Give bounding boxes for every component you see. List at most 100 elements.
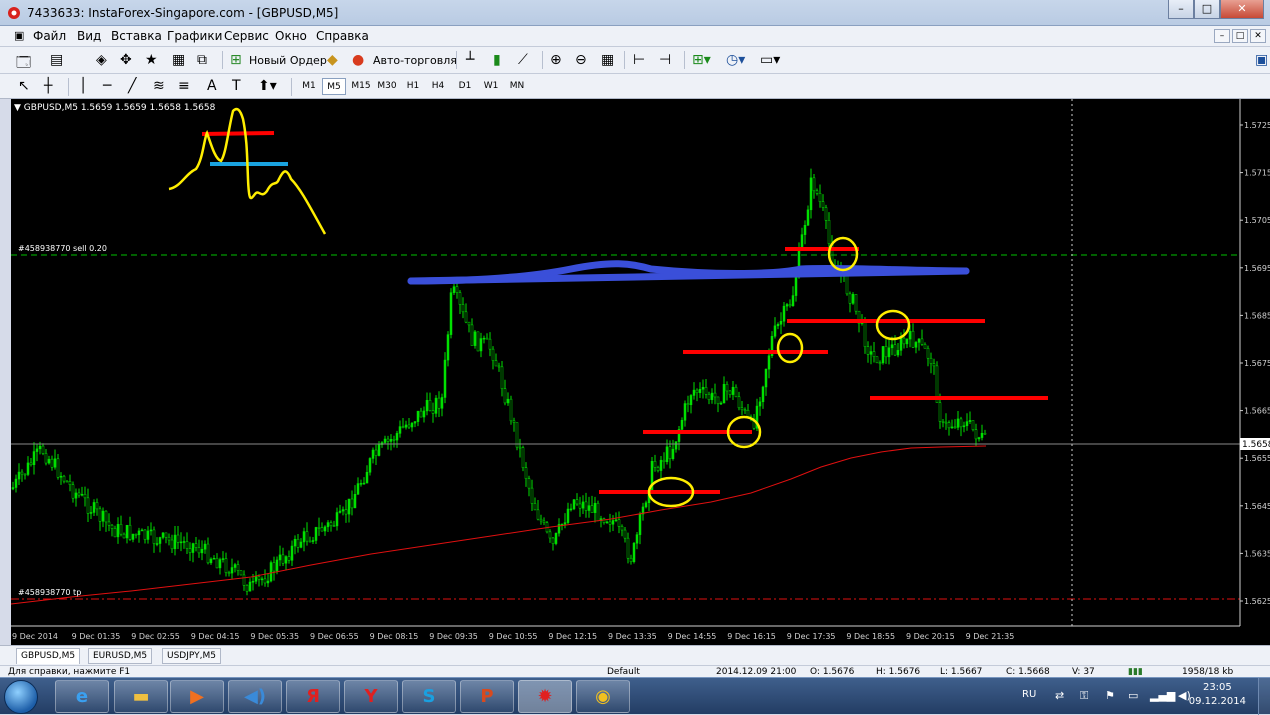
trendline-icon[interactable]: ╱ bbox=[128, 78, 136, 94]
maximize-button[interactable]: □ bbox=[1194, 0, 1220, 19]
menu-help[interactable]: Справка bbox=[316, 29, 369, 43]
menu-view[interactable]: Вид bbox=[77, 29, 101, 43]
skype-taskbar-icon[interactable]: S bbox=[402, 680, 456, 713]
close-button[interactable]: ✕ bbox=[1220, 0, 1264, 19]
zoom-out-icon[interactable]: ⊖ bbox=[575, 52, 587, 68]
tab-eurusd[interactable]: EURUSD,M5 bbox=[88, 648, 153, 664]
candle-body bbox=[851, 294, 855, 304]
fibonacci-icon[interactable]: ≡ bbox=[178, 78, 190, 94]
mdi-minimize-button[interactable]: – bbox=[1214, 29, 1230, 43]
vertical-line-icon[interactable]: │ bbox=[79, 78, 87, 94]
candle-body bbox=[20, 471, 24, 475]
candle-body bbox=[449, 292, 453, 335]
price-chart[interactable]: 1.5725 1.5715 1.5705 1.5695 1.5685 1.5675 1.56… bbox=[11, 99, 1270, 645]
timeframe-d1[interactable]: D1 bbox=[454, 78, 476, 95]
media-player-taskbar-icon[interactable]: ▶ bbox=[170, 680, 224, 713]
tray-icon-flag[interactable]: ⚑ bbox=[1105, 689, 1115, 702]
auto-trading-button[interactable]: Авто-торговля bbox=[373, 54, 457, 67]
ie-taskbar-icon[interactable]: e bbox=[55, 680, 109, 713]
indicators-icon[interactable]: ⊞▾ bbox=[692, 52, 711, 68]
cursor-icon[interactable]: ↖ bbox=[18, 78, 30, 94]
tray-icon-signal[interactable]: ▂▄▆ bbox=[1150, 689, 1175, 702]
tray-icon-keys[interactable]: ⚿ bbox=[1080, 689, 1088, 703]
yandex-taskbar-icon[interactable]: Я bbox=[286, 680, 340, 713]
candle-body bbox=[527, 478, 531, 489]
powerpoint-taskbar-icon[interactable]: P bbox=[460, 680, 514, 713]
auto-scroll-icon[interactable]: ⊣ bbox=[659, 52, 671, 68]
timeframe-m30[interactable]: M30 bbox=[375, 78, 399, 95]
mdi-close-button[interactable]: ✕ bbox=[1250, 29, 1266, 43]
equidistant-channel-icon[interactable]: ≋ bbox=[153, 78, 165, 94]
arrows-icon[interactable]: ⬆▾ bbox=[258, 78, 277, 94]
language-indicator[interactable]: RU bbox=[1022, 689, 1036, 700]
yandex-browser-taskbar-icon[interactable]: Y bbox=[344, 680, 398, 713]
timeframe-m5[interactable]: M5 bbox=[322, 78, 346, 95]
explorer-taskbar-icon[interactable]: ▬ bbox=[114, 680, 168, 713]
candle-body bbox=[23, 473, 27, 476]
new-order-button[interactable]: Новый Ордер bbox=[249, 54, 327, 67]
candlestick-icon[interactable]: ▮ bbox=[493, 52, 501, 68]
start-button[interactable] bbox=[4, 680, 38, 714]
navigator-icon[interactable]: ✥ bbox=[120, 52, 132, 68]
candle-body bbox=[227, 572, 231, 574]
audio-taskbar-icon[interactable]: ◀) bbox=[228, 680, 282, 713]
expert-icon[interactable]: ◆ bbox=[327, 52, 338, 68]
menu-charts[interactable]: Графики bbox=[167, 29, 222, 43]
candle-body bbox=[119, 524, 123, 535]
menu-window[interactable]: Окно bbox=[275, 29, 307, 43]
tile-windows-icon[interactable]: ▦ bbox=[601, 52, 614, 68]
minimize-button[interactable]: – bbox=[1168, 0, 1194, 19]
horizontal-line-icon[interactable]: ─ bbox=[103, 78, 111, 94]
new-order-icon[interactable]: ⊞ bbox=[230, 52, 242, 68]
timeframe-h1[interactable]: H1 bbox=[402, 78, 424, 95]
status-low: L: 1.5667 bbox=[940, 667, 983, 677]
price-tick-label: 1.5655 bbox=[1244, 454, 1270, 463]
chart-window[interactable]: 1.5725 1.5715 1.5705 1.5695 1.5685 1.5675 1.56… bbox=[11, 99, 1270, 645]
chrome-taskbar-icon[interactable]: ◉ bbox=[576, 680, 630, 713]
profiles-icon[interactable]: ▤ bbox=[50, 52, 63, 68]
menu-insert[interactable]: Вставка bbox=[111, 29, 162, 43]
data-window-icon[interactable]: ★ bbox=[145, 52, 158, 68]
take-profit-label[interactable]: #458938770 tp bbox=[18, 588, 81, 597]
candle-body bbox=[293, 538, 297, 547]
timeframe-w1[interactable]: W1 bbox=[480, 78, 502, 95]
mdi-restore-button[interactable]: □ bbox=[1232, 29, 1248, 43]
candle-body bbox=[122, 533, 126, 539]
candle-body bbox=[167, 536, 171, 541]
text-label-icon[interactable]: T bbox=[232, 78, 241, 94]
menu-tools[interactable]: Сервис bbox=[224, 29, 269, 43]
tab-gbpusd[interactable]: GBPUSD,M5 bbox=[16, 648, 81, 664]
line-chart-icon[interactable]: ⟋ bbox=[518, 52, 528, 68]
time-tick-label: 9 Dec 05:35 bbox=[250, 632, 299, 641]
tray-icon-battery[interactable]: ▭ bbox=[1128, 689, 1138, 702]
timeframe-h4[interactable]: H4 bbox=[427, 78, 449, 95]
chart-shift-icon[interactable]: ⊢ bbox=[633, 52, 645, 68]
tray-icon-network[interactable]: ⇄ bbox=[1055, 689, 1064, 702]
timeframe-m1[interactable]: M1 bbox=[298, 78, 320, 95]
time-tick-label: 9 Dec 21:35 bbox=[966, 632, 1015, 641]
sell-order-label[interactable]: #458938770 sell 0.20 bbox=[18, 244, 107, 253]
templates-icon[interactable]: ▭▾ bbox=[760, 52, 780, 68]
candle-body bbox=[575, 499, 579, 505]
zoom-in-icon[interactable]: ⊕ bbox=[550, 52, 562, 68]
new-chart-icon[interactable]: 🗔 bbox=[16, 52, 31, 76]
candle-body bbox=[578, 503, 582, 509]
crosshair-icon[interactable]: ┼ bbox=[44, 78, 52, 94]
terminal-icon[interactable]: ▦ bbox=[172, 52, 185, 68]
clock[interactable]: 23:05 09.12.2014 bbox=[1189, 681, 1246, 709]
bar-chart-icon[interactable]: ┴ bbox=[466, 52, 474, 68]
timeframe-m15[interactable]: M15 bbox=[349, 78, 373, 95]
show-desktop-button[interactable] bbox=[1258, 678, 1270, 715]
candle-body bbox=[41, 445, 45, 454]
timeframe-mn[interactable]: MN bbox=[505, 78, 529, 95]
strategy-tester-icon[interactable]: ⧉ bbox=[197, 52, 207, 68]
auto-trading-icon[interactable]: ● bbox=[352, 52, 364, 68]
text-icon[interactable]: A bbox=[207, 78, 217, 94]
tab-usdjpy[interactable]: USDJPY,M5 bbox=[162, 648, 221, 664]
periods-icon[interactable]: ◷▾ bbox=[726, 52, 745, 68]
candle-body bbox=[248, 581, 252, 592]
community-icon[interactable]: ▣ bbox=[1255, 52, 1268, 68]
market-watch-icon[interactable]: ◈ bbox=[96, 52, 107, 68]
metatrader-taskbar-icon[interactable]: ✹ bbox=[518, 680, 572, 713]
menu-file[interactable]: Файл bbox=[33, 29, 66, 43]
